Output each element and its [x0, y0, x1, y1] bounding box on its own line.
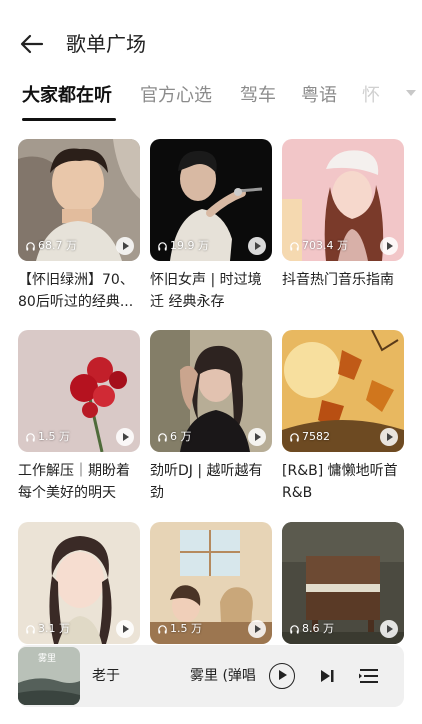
headphones-icon	[290, 241, 299, 251]
headphones-icon	[26, 241, 35, 251]
headphones-icon	[290, 624, 299, 634]
headphones-icon	[290, 432, 299, 442]
play-button[interactable]	[248, 620, 266, 638]
play-button[interactable]	[116, 428, 134, 446]
tab-everyone-listening[interactable]: 大家都在听	[22, 84, 112, 108]
playlist-title[interactable]: [R&B] 慵懒地听首R&B	[282, 460, 404, 504]
playlist-queue-icon[interactable]	[358, 665, 380, 687]
playlist-cover[interactable]: 8.6 万	[282, 522, 404, 644]
playlist-cover[interactable]: 1.5 万	[18, 330, 140, 452]
play-count-text: 19.9 万	[170, 239, 209, 252]
playlist-title[interactable]: 【怀旧绿洲】70、80后听过的经典...	[18, 269, 140, 313]
playlist-card[interactable]: 6 万 劲听DJ | 越听越有劲	[150, 330, 272, 504]
active-tab-indicator	[22, 118, 116, 121]
playlist-cover[interactable]: 3.1 万	[18, 522, 140, 644]
playlist-title[interactable]: 工作解压｜期盼着每个美好的明天	[18, 460, 140, 504]
headphones-icon	[158, 241, 167, 251]
playlist-card[interactable]: 8.6 万	[282, 522, 404, 644]
play-count-text: 8.6 万	[302, 622, 334, 635]
now-playing-cover[interactable]: 雾里	[18, 647, 80, 705]
tab-official-picks[interactable]: 官方心选	[140, 84, 212, 108]
play-button[interactable]	[116, 237, 134, 255]
playlist-cover[interactable]: 68.7 万	[18, 139, 140, 261]
play-pause-button[interactable]	[269, 663, 295, 689]
tab-cantonese[interactable]: 粤语	[301, 84, 337, 108]
play-count-text: 1.5 万	[170, 622, 202, 635]
playlist-cover[interactable]: 19.9 万	[150, 139, 272, 261]
play-count: 7582	[289, 430, 330, 444]
playlist-card[interactable]: 1.5 万	[150, 522, 272, 644]
playlist-cover[interactable]: 6 万	[150, 330, 272, 452]
now-playing-art-text: 雾里	[38, 654, 57, 664]
play-count: 19.9 万	[157, 239, 209, 253]
play-count-text: 6 万	[170, 430, 192, 443]
play-button[interactable]	[248, 237, 266, 255]
playlist-card[interactable]: 68.7 万 【怀旧绿洲】70、80后听过的经典...	[18, 139, 140, 313]
play-count-text: 7582	[302, 430, 330, 443]
playlist-card[interactable]: 3.1 万	[18, 522, 140, 644]
play-button[interactable]	[380, 620, 398, 638]
headphones-icon	[26, 624, 35, 634]
mini-player[interactable]: 雾里 老于 雾里 (弹唱	[18, 645, 404, 707]
now-playing-title[interactable]: 雾里 (弹唱	[190, 665, 256, 687]
playlist-cover[interactable]: 7582	[282, 330, 404, 452]
play-button[interactable]	[380, 237, 398, 255]
page-title: 歌单广场	[66, 32, 146, 56]
more-tabs-chevron-icon[interactable]	[406, 90, 416, 96]
play-count-text: 3.1 万	[38, 622, 70, 635]
playlist-title[interactable]: 抖音热门音乐指南	[282, 269, 404, 313]
play-count: 1.5 万	[25, 430, 70, 444]
now-playing-artist[interactable]: 老于	[92, 665, 120, 687]
playlist-card[interactable]: 7582 [R&B] 慵懒地听首R&B	[282, 330, 404, 504]
play-count: 8.6 万	[289, 622, 334, 636]
tab-bar: 大家都在听 官方心选 驾车 粤语 怀	[22, 84, 422, 124]
tab-nostalgia[interactable]: 怀	[362, 84, 380, 108]
play-count: 68.7 万	[25, 239, 77, 253]
play-button[interactable]	[380, 428, 398, 446]
play-count: 6 万	[157, 430, 192, 444]
back-arrow-icon[interactable]	[18, 30, 46, 58]
playlist-title[interactable]: 劲听DJ | 越听越有劲	[150, 460, 272, 504]
playlist-title[interactable]: 怀旧女声 | 时过境迁 经典永存	[150, 269, 272, 313]
headphones-icon	[26, 432, 35, 442]
tab-driving[interactable]: 驾车	[240, 84, 276, 108]
next-track-icon[interactable]	[317, 666, 337, 686]
play-count: 3.1 万	[25, 622, 70, 636]
playlist-card[interactable]: 19.9 万 怀旧女声 | 时过境迁 经典永存	[150, 139, 272, 313]
play-count: 1.5 万	[157, 622, 202, 636]
playlist-cover[interactable]: 703.4 万	[282, 139, 404, 261]
header: 歌单广场	[0, 0, 422, 86]
play-count-text: 703.4 万	[302, 239, 348, 252]
headphones-icon	[158, 624, 167, 634]
play-button[interactable]	[116, 620, 134, 638]
playlist-card[interactable]: 1.5 万 工作解压｜期盼着每个美好的明天	[18, 330, 140, 504]
headphones-icon	[158, 432, 167, 442]
playlist-card[interactable]: 703.4 万 抖音热门音乐指南	[282, 139, 404, 313]
play-count-text: 68.7 万	[38, 239, 77, 252]
playlist-cover[interactable]: 1.5 万	[150, 522, 272, 644]
play-count-text: 1.5 万	[38, 430, 70, 443]
play-button[interactable]	[248, 428, 266, 446]
play-count: 703.4 万	[289, 239, 348, 253]
